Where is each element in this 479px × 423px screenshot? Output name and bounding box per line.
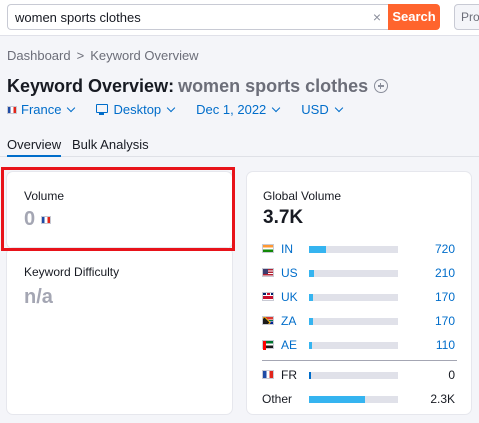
top-search-bar: × Search Pro [0, 0, 479, 36]
date-filter-label: Dec 1, 2022 [196, 102, 267, 117]
country-code: US [281, 266, 298, 280]
country-volume: 0 [448, 368, 455, 382]
volume-bar [309, 372, 398, 379]
volume-bar [309, 318, 398, 325]
country-row-in[interactable]: IN 720 [262, 242, 457, 256]
date-filter[interactable]: Dec 1, 2022 [196, 102, 281, 117]
page-title: Keyword Overview: women sports clothes [7, 76, 389, 97]
page-title-prefix: Keyword Overview: [7, 76, 175, 96]
uk-flag-icon [262, 292, 274, 301]
volume-bar-fill [309, 294, 313, 301]
desktop-icon [96, 104, 109, 115]
volume-bar [309, 270, 398, 277]
breadcrumb-separator: > [76, 48, 85, 63]
keyword-difficulty-label: Keyword Difficulty [24, 265, 120, 279]
volume-bar [309, 396, 398, 403]
volume-bar-fill [309, 342, 312, 349]
volume-highlight-box [1, 167, 235, 251]
keyword-search-input[interactable] [8, 5, 358, 29]
global-volume-label: Global Volume [263, 189, 342, 203]
tabs-bar: Overview Bulk Analysis [0, 128, 479, 157]
volume-bar [309, 294, 398, 301]
volume-bar-fill [309, 246, 326, 253]
volume-bar-fill [309, 318, 313, 325]
global-volume-card: Global Volume 3.7K IN 720 US 210 UK 170 … [247, 172, 471, 414]
other-label: Other [262, 392, 293, 406]
filters-bar: France Desktop Dec 1, 2022 USD [7, 102, 364, 117]
other-volume: 2.3K [430, 392, 455, 406]
country-code: IN [281, 242, 293, 256]
currency-filter[interactable]: USD [301, 102, 343, 117]
keyword-difficulty-card: Keyword Difficulty n/a [7, 248, 232, 414]
search-button[interactable]: Search [388, 4, 440, 30]
france-flag-icon [7, 105, 17, 114]
clear-search-icon[interactable]: × [373, 9, 381, 25]
chevron-down-icon [67, 103, 76, 112]
divider [262, 360, 457, 361]
country-code: ZA [281, 314, 297, 328]
country-code: UK [281, 290, 298, 304]
country-row-uk[interactable]: UK 170 [262, 290, 457, 304]
database-filter-label: France [21, 102, 62, 117]
country-volume: 720 [434, 242, 455, 256]
currency-filter-label: USD [301, 102, 329, 117]
country-row-za[interactable]: ZA 170 [262, 314, 457, 328]
chevron-down-icon [272, 103, 281, 112]
search-box: × [7, 4, 389, 30]
country-row-fr: FR 0 [262, 368, 457, 382]
volume-bar [309, 246, 398, 253]
tab-bulk-analysis[interactable]: Bulk Analysis [72, 137, 149, 152]
country-row-ae[interactable]: AE 110 [262, 338, 457, 352]
country-volume: 170 [434, 290, 455, 304]
country-volume: 210 [434, 266, 455, 280]
breadcrumb-current: Keyword Overview [90, 48, 199, 63]
volume-bar-fill [309, 372, 311, 379]
volume-bar-fill [309, 270, 315, 277]
keyword-difficulty-value: n/a [24, 286, 53, 308]
country-volume: 110 [435, 338, 455, 352]
breadcrumb-dashboard-link[interactable]: Dashboard [7, 48, 71, 63]
country-volume: 170 [434, 314, 455, 328]
country-row-us[interactable]: US 210 [262, 266, 457, 280]
country-code: FR [281, 368, 297, 382]
country-code: AE [281, 338, 298, 352]
france-flag-icon [262, 370, 274, 379]
global-volume-value: 3.7K [263, 207, 304, 228]
volume-bar [309, 342, 398, 349]
page-title-keyword: women sports clothes [178, 76, 369, 96]
country-row-other: Other 2.3K [262, 392, 457, 406]
breadcrumb: Dashboard > Keyword Overview [7, 48, 199, 63]
south-africa-flag-icon [262, 316, 274, 325]
chevron-down-icon [166, 103, 176, 112]
device-filter-label: Desktop [113, 102, 162, 117]
pro-button[interactable]: Pro [454, 4, 479, 30]
chevron-down-icon [334, 103, 343, 112]
database-filter[interactable]: France [7, 102, 76, 117]
tab-overview[interactable]: Overview [7, 137, 62, 157]
india-flag-icon [262, 244, 274, 253]
device-filter[interactable]: Desktop [96, 102, 176, 117]
usa-flag-icon [262, 268, 274, 277]
volume-bar-fill [309, 396, 366, 403]
uae-flag-icon [262, 340, 274, 350]
add-to-list-icon[interactable] [374, 79, 389, 93]
